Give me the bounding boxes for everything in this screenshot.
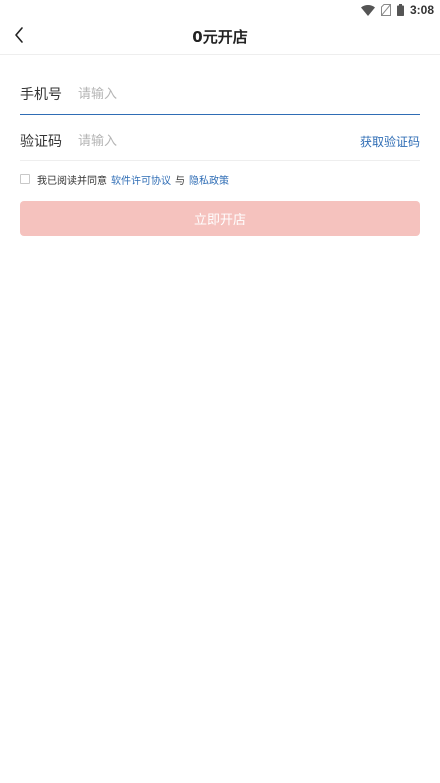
get-code-button[interactable]: 获取验证码	[360, 133, 420, 150]
header: 0元开店	[0, 20, 440, 55]
agreement-prefix: 我已阅读并同意	[37, 175, 107, 187]
page-title: 0元开店	[192, 28, 248, 46]
wifi-icon	[360, 4, 375, 16]
software-license-link[interactable]: 软件许可协议	[111, 172, 171, 187]
code-input[interactable]	[78, 126, 360, 156]
open-store-button[interactable]: 立即开店	[20, 201, 420, 236]
phone-label: 手机号	[20, 87, 62, 103]
status-bar: 3:08	[0, 0, 440, 20]
code-label: 验证码	[20, 134, 62, 150]
status-time: 3:08	[409, 3, 434, 17]
screen: 3:08 0元开店 手机号 验证码 获取验证码 我已阅读并同意 软件许可协议 与…	[0, 0, 440, 783]
no-sim-icon	[380, 4, 391, 16]
privacy-policy-link[interactable]: 隐私政策	[189, 172, 229, 187]
battery-icon	[396, 4, 404, 16]
agreement-connector: 与	[175, 175, 185, 187]
agreement-checkbox[interactable]	[20, 174, 30, 184]
phone-input[interactable]	[78, 79, 420, 109]
agreement: 我已阅读并同意 软件许可协议 与 隐私政策	[20, 171, 233, 187]
code-row: 验证码 获取验证码	[20, 122, 420, 161]
chevron-left-icon	[13, 26, 25, 48]
back-button[interactable]	[6, 24, 32, 50]
phone-row: 手机号	[20, 74, 420, 115]
